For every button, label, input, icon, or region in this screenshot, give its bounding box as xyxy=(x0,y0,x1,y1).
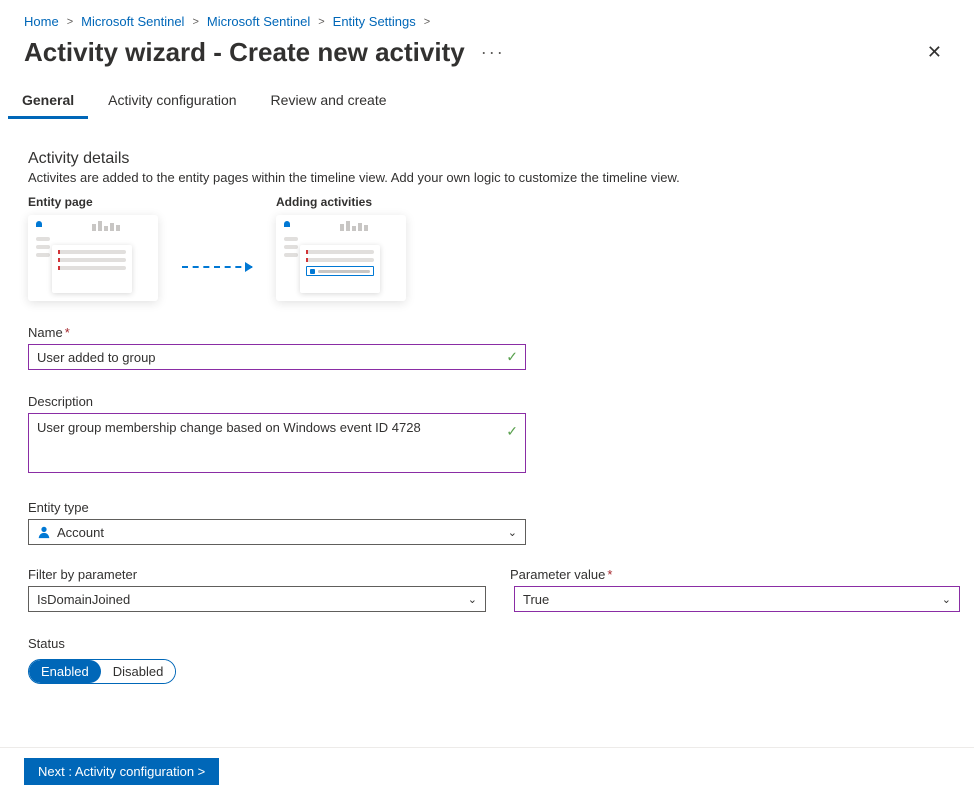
entity-type-label: Entity type xyxy=(28,500,946,515)
breadcrumb: Home > Microsoft Sentinel > Microsoft Se… xyxy=(0,0,974,37)
wizard-footer: Next : Activity configuration > xyxy=(0,747,974,801)
status-enabled-option[interactable]: Enabled xyxy=(29,660,101,683)
tab-review-and-create[interactable]: Review and create xyxy=(257,84,401,121)
status-label: Status xyxy=(28,636,946,651)
required-icon: * xyxy=(65,325,70,340)
name-input[interactable] xyxy=(28,344,526,370)
entity-type-select[interactable]: Account ⌄ xyxy=(28,519,526,545)
entity-page-label: Entity page xyxy=(28,195,93,209)
required-icon: * xyxy=(607,567,612,582)
description-label: Description xyxy=(28,394,946,409)
chevron-down-icon: ⌄ xyxy=(942,593,951,606)
filter-by-parameter-value: IsDomainJoined xyxy=(37,592,130,607)
chevron-right-icon: > xyxy=(318,16,324,28)
breadcrumb-sentinel-2[interactable]: Microsoft Sentinel xyxy=(207,14,310,29)
description-input[interactable] xyxy=(28,413,526,473)
entity-page-illustration xyxy=(28,215,158,301)
breadcrumb-home[interactable]: Home xyxy=(24,14,59,29)
filter-by-parameter-label: Filter by parameter xyxy=(28,567,486,582)
more-options-button[interactable]: ··· xyxy=(477,42,509,63)
parameter-value-value: True xyxy=(523,592,549,607)
adding-activities-illustration xyxy=(276,215,406,301)
account-icon xyxy=(37,525,51,539)
chevron-down-icon: ⌄ xyxy=(468,593,477,606)
entity-type-value: Account xyxy=(57,525,104,540)
status-disabled-option[interactable]: Disabled xyxy=(101,660,176,683)
page-title: Activity wizard - Create new activity xyxy=(24,37,465,68)
tab-general[interactable]: General xyxy=(8,84,88,121)
parameter-value-select[interactable]: True ⌄ xyxy=(514,586,960,612)
close-button[interactable]: ✕ xyxy=(919,38,950,67)
name-label: Name* xyxy=(28,325,946,340)
adding-activities-label: Adding activities xyxy=(276,195,372,209)
activity-details-description: Activites are added to the entity pages … xyxy=(28,170,946,185)
chevron-down-icon: ⌄ xyxy=(508,526,517,539)
parameter-value-label: Parameter value* xyxy=(510,567,960,582)
illustration-row: Entity page Adding activities xyxy=(28,195,946,301)
chevron-right-icon: > xyxy=(192,16,198,28)
arrow-icon xyxy=(182,266,252,268)
breadcrumb-entity-settings[interactable]: Entity Settings xyxy=(333,14,416,29)
tab-activity-configuration[interactable]: Activity configuration xyxy=(94,84,250,121)
activity-details-heading: Activity details xyxy=(28,150,946,168)
filter-by-parameter-select[interactable]: IsDomainJoined ⌄ xyxy=(28,586,486,612)
close-icon: ✕ xyxy=(927,42,942,62)
next-button[interactable]: Next : Activity configuration > xyxy=(24,758,219,785)
chevron-right-icon: > xyxy=(67,16,73,28)
chevron-right-icon: > xyxy=(424,16,430,28)
breadcrumb-sentinel-1[interactable]: Microsoft Sentinel xyxy=(81,14,184,29)
status-toggle[interactable]: Enabled Disabled xyxy=(28,659,176,684)
wizard-tabs: General Activity configuration Review an… xyxy=(0,84,974,122)
